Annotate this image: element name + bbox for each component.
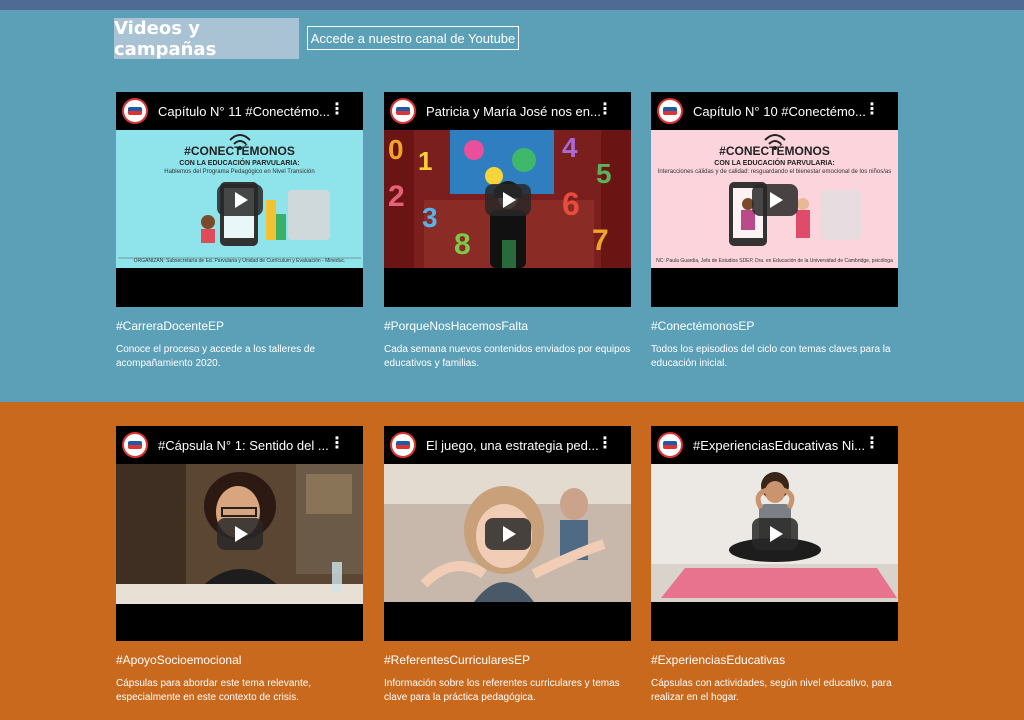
number-4: 4 <box>562 132 578 163</box>
video-title[interactable]: #Cápsula N° 1: Sentido del ... <box>158 438 338 453</box>
video-player[interactable]: Patricia y María José nos en... ⋮ 0 1 2 … <box>384 92 631 307</box>
more-vert-icon[interactable]: ⋮ <box>329 436 345 452</box>
card-hashtag[interactable]: #PorqueNosHacemosFalta <box>384 319 528 333</box>
thumbnail-footer: ORGANIZAN: Subsecretaría de Ed. Parvular… <box>133 258 346 264</box>
video-header: #Cápsula N° 1: Sentido del ... ⋮ <box>116 426 363 464</box>
thumbnail-heading: #CONECTÉMONOS <box>719 144 830 158</box>
play-icon[interactable] <box>485 518 531 550</box>
card-hashtag[interactable]: #ReferentesCurricularesEP <box>384 653 530 667</box>
video-title[interactable]: Capítulo N° 11 #Conectémo... <box>158 104 338 119</box>
number-1: 1 <box>418 146 433 176</box>
number-2: 2 <box>388 180 405 213</box>
play-icon[interactable] <box>217 518 263 550</box>
more-vert-icon[interactable]: ⋮ <box>597 102 613 118</box>
video-card: El juego, una estrategia ped... ⋮ #Refer… <box>384 426 631 703</box>
video-card: Capítulo N° 11 #Conectémo... ⋮ #CONECTÉM… <box>116 92 363 369</box>
video-player[interactable]: #ExperienciasEducativas Ni... ⋮ <box>651 426 898 641</box>
video-title[interactable]: El juego, una estrategia ped... <box>426 438 606 453</box>
more-vert-icon[interactable]: ⋮ <box>597 436 613 452</box>
video-title[interactable]: Capítulo N° 10 #Conectémo... <box>693 104 873 119</box>
video-card: #Cápsula N° 1: Sentido del ... ⋮ #ApoyoS… <box>116 426 363 703</box>
video-title[interactable]: #ExperienciasEducativas Ni... <box>693 438 873 453</box>
more-vert-icon[interactable]: ⋮ <box>864 102 880 118</box>
play-icon[interactable] <box>217 184 263 216</box>
logo-icon[interactable] <box>390 98 416 124</box>
video-card: #ExperienciasEducativas Ni... ⋮ #Experie… <box>651 426 898 703</box>
play-icon[interactable] <box>752 518 798 550</box>
more-vert-icon[interactable]: ⋮ <box>329 102 345 118</box>
card-description: Todos los episodios del ciclo con temas … <box>651 344 891 369</box>
card-description: Información sobre los referentes curricu… <box>384 678 620 703</box>
more-vert-icon[interactable]: ⋮ <box>864 436 880 452</box>
thumbnail-caption: Hablemos del Programa Pedagógico en Nive… <box>164 169 315 175</box>
card-description: Cápsulas para abordar este tema relevant… <box>116 678 312 703</box>
number-0: 0 <box>388 134 404 165</box>
thumbnail-caption: Interacciones cálidas y de calidad: resg… <box>657 169 892 175</box>
video-header: #ExperienciasEducativas Ni... ⋮ <box>651 426 898 464</box>
card-description: Conoce el proceso y accede a los tallere… <box>116 344 316 369</box>
thumbnail-heading: #CONECTÉMONOS <box>184 144 295 158</box>
card-description: Cápsulas con actividades, según nivel ed… <box>651 678 892 703</box>
thumbnail-subheading: CON LA EDUCACIÓN PARVULARIA: <box>714 160 835 167</box>
video-title[interactable]: Patricia y María José nos en... <box>426 104 606 119</box>
number-5: 5 <box>596 158 612 189</box>
video-player[interactable]: Capítulo N° 10 #Conectémo... ⋮ #CONECTÉM… <box>651 92 898 307</box>
video-header: El juego, una estrategia ped... ⋮ <box>384 426 631 464</box>
video-player[interactable]: Capítulo N° 11 #Conectémo... ⋮ #CONECTÉM… <box>116 92 363 307</box>
top-bar <box>0 0 1024 10</box>
video-player[interactable]: El juego, una estrategia ped... ⋮ <box>384 426 631 641</box>
logo-icon[interactable] <box>657 432 683 458</box>
thumbnail-subheading: CON LA EDUCACIÓN PARVULARIA: <box>179 160 300 167</box>
number-8: 8 <box>454 228 471 261</box>
logo-icon[interactable] <box>122 432 148 458</box>
number-6: 6 <box>562 186 580 222</box>
section-title: Videos y campañas <box>114 17 217 60</box>
video-card: Capítulo N° 10 #Conectémo... ⋮ #CONECTÉM… <box>651 92 898 369</box>
thumbnail-footer: NC: Paula Guardia, Jefa de Estudios SDEP… <box>656 258 893 264</box>
card-hashtag[interactable]: #CarreraDocenteEP <box>116 319 224 333</box>
logo-icon[interactable] <box>122 98 148 124</box>
video-header: Capítulo N° 10 #Conectémo... ⋮ <box>651 92 898 130</box>
play-icon[interactable] <box>752 184 798 216</box>
section-title-box: Videos y campañas <box>114 17 299 60</box>
card-description: Cada semana nuevos contenidos enviados p… <box>384 344 631 369</box>
logo-icon[interactable] <box>390 432 416 458</box>
card-hashtag[interactable]: #ConectémonosEP <box>651 319 754 333</box>
play-icon[interactable] <box>485 184 531 216</box>
video-player[interactable]: #Cápsula N° 1: Sentido del ... ⋮ <box>116 426 363 641</box>
video-header: Patricia y María José nos en... ⋮ <box>384 92 631 130</box>
number-3: 3 <box>422 202 438 233</box>
video-header: Capítulo N° 11 #Conectémo... ⋮ <box>116 92 363 130</box>
card-hashtag[interactable]: #ExperienciasEducativas <box>651 653 785 667</box>
number-7: 7 <box>592 224 609 257</box>
logo-icon[interactable] <box>657 98 683 124</box>
card-hashtag[interactable]: #ApoyoSocioemocional <box>116 653 241 667</box>
youtube-channel-link[interactable]: Accede a nuestro canal de Youtube <box>307 26 519 50</box>
video-card: Patricia y María José nos en... ⋮ 0 1 2 … <box>384 92 631 369</box>
